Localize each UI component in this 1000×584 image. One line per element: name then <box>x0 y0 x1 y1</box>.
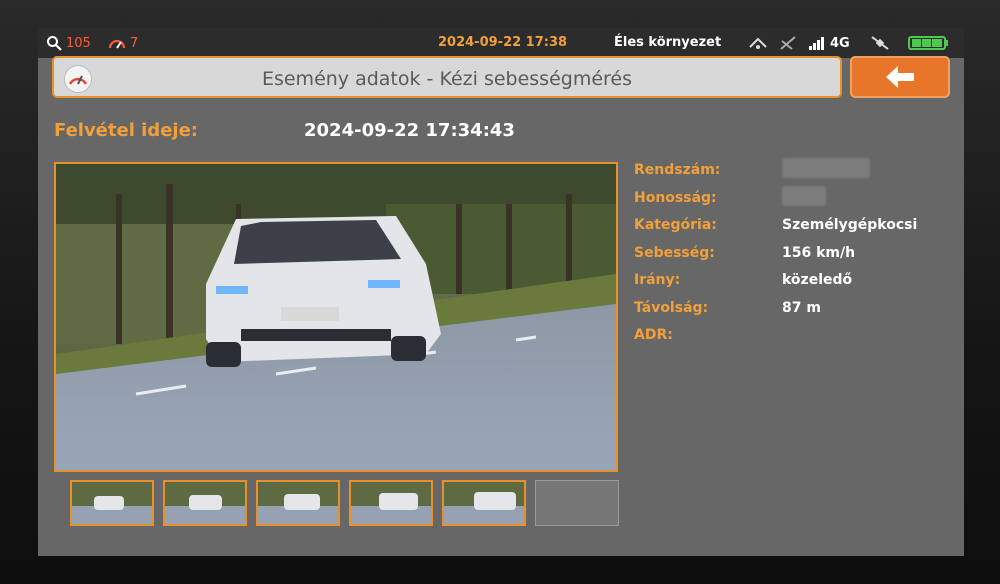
car-photo-image <box>56 164 616 470</box>
detail-value: 87 m <box>782 299 821 316</box>
arrow-left-icon <box>886 66 914 88</box>
thumbnail-strip <box>70 480 630 528</box>
event-details: Rendszám: Honosság: Kategória: Személygé… <box>634 158 954 355</box>
detail-row-category: Kategória: Személygépkocsi <box>634 217 954 245</box>
battery-icon <box>908 35 950 51</box>
network-indicator: 4G <box>808 35 850 51</box>
redacted-plate <box>782 158 870 178</box>
search-count-value: 105 <box>66 35 91 51</box>
thumbnail-frame[interactable] <box>349 480 433 526</box>
thumbnail-frame[interactable] <box>163 480 247 526</box>
thumbnail-frame[interactable] <box>256 480 340 526</box>
network-label: 4G <box>830 35 850 51</box>
detail-value: Személygépkocsi <box>782 217 918 233</box>
back-button[interactable] <box>850 56 950 98</box>
detail-row-nationality: Honosság: <box>634 185 954 218</box>
event-photo[interactable] <box>54 162 618 472</box>
search-icon <box>47 36 62 51</box>
detail-label: Rendszám: <box>634 162 721 178</box>
record-time-value: 2024-09-22 17:34:43 <box>304 120 515 141</box>
detail-value: közeledő <box>782 272 853 288</box>
detail-row-speed: Sebesség: 156 km/h <box>634 245 954 273</box>
alert-count[interactable]: 7 <box>108 35 138 51</box>
device-screen: 105 7 2024-09-22 17:38 Éles környezet 4G <box>38 28 964 556</box>
detail-label: Irány: <box>634 272 681 288</box>
status-bar: 105 7 2024-09-22 17:38 Éles környezet 4G <box>38 28 964 58</box>
title-bar: Esemény adatok - Kézi sebességmérés <box>52 56 842 98</box>
detail-label: ADR: <box>634 327 673 343</box>
detail-label: Honosság: <box>634 189 717 206</box>
satellite-icon <box>870 35 890 51</box>
thumbnail-frame[interactable] <box>442 480 526 526</box>
redacted-nationality <box>782 185 826 206</box>
detail-label: Távolság: <box>634 299 709 316</box>
detail-label: Kategória: <box>634 217 717 233</box>
alert-count-value: 7 <box>130 35 139 51</box>
status-datetime: 2024-09-22 17:38 <box>438 35 568 50</box>
environment-label: Éles környezet <box>614 35 722 50</box>
speedometer-icon <box>108 39 126 49</box>
signal-bars-icon <box>809 37 824 50</box>
thumbnail-empty <box>535 480 619 526</box>
detail-row-distance: Távolság: 87 m <box>634 300 954 328</box>
thumbnail-frame[interactable] <box>70 480 154 526</box>
gps-icon <box>748 35 768 51</box>
no-signal-icon <box>778 35 798 51</box>
detail-row-adr: ADR: <box>634 327 954 355</box>
detail-value: 156 km/h <box>782 244 856 261</box>
detail-row-direction: Irány: közeledő <box>634 272 954 300</box>
record-time-label: Felvétel ideje: <box>54 120 198 141</box>
page-title: Esemény adatok - Kézi sebességmérés <box>261 68 633 90</box>
search-count[interactable]: 105 <box>46 35 91 51</box>
detail-label: Sebesség: <box>634 244 715 261</box>
